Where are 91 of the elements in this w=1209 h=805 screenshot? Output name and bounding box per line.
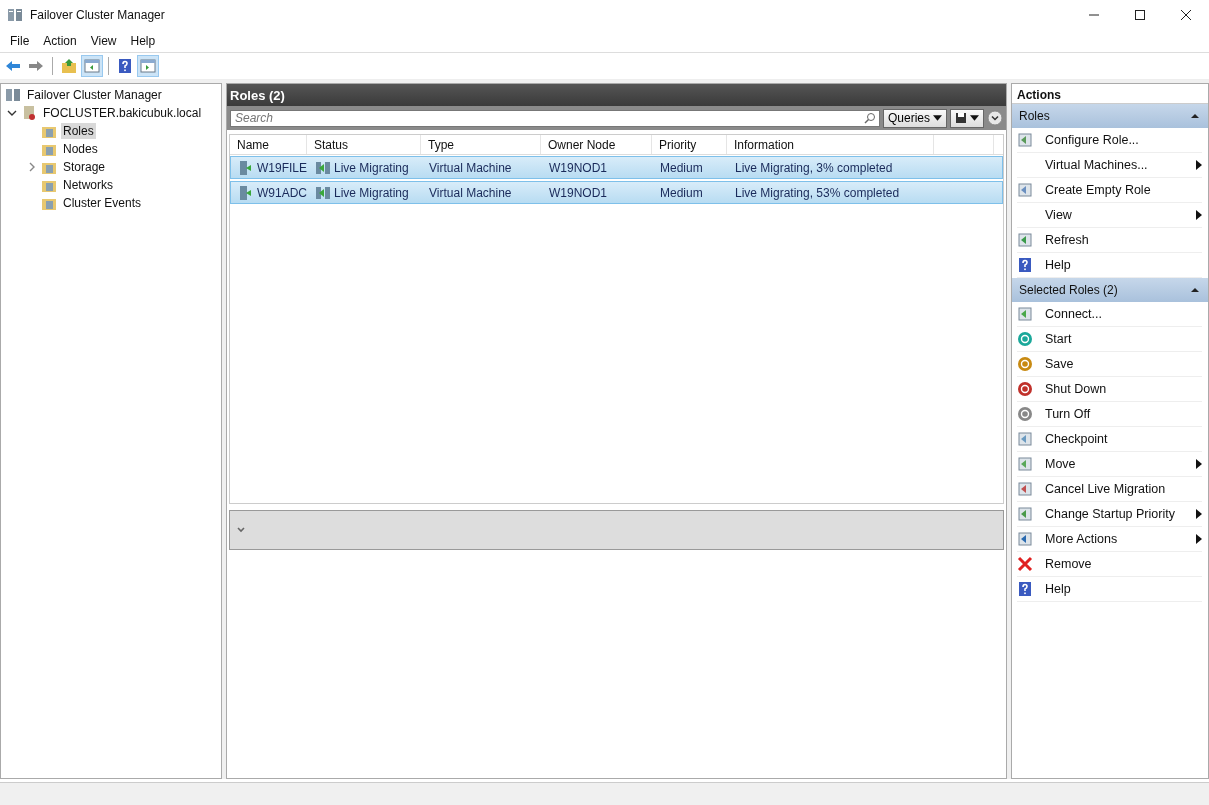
table-cell: Live Migrating xyxy=(334,185,409,200)
command-icon xyxy=(1017,232,1033,248)
menu-item[interactable]: View xyxy=(83,34,124,48)
column-header[interactable]: Information xyxy=(727,135,934,154)
pane-command[interactable]: Change Startup Priority xyxy=(1017,502,1202,527)
command-icon xyxy=(1017,132,1033,148)
command-icon xyxy=(1017,531,1033,547)
pane-command[interactable]: Help xyxy=(1017,577,1202,602)
section-title: Selected Roles (2) xyxy=(1019,283,1118,297)
menu-item[interactable]: Help xyxy=(123,34,163,48)
pane-command[interactable]: Create Empty Role xyxy=(1017,178,1202,203)
table-cell-text: Medium xyxy=(659,160,704,175)
tree-item[interactable]: FOCLUSTER.bakicubuk.local xyxy=(41,105,204,121)
pane-command[interactable]: Checkpoint xyxy=(1017,427,1202,452)
table-row[interactable]: W19FILE Live Migrating Virtual Machine W19NOD1 Medium Live Migrating, 3% completed xyxy=(230,156,1003,179)
pane-command[interactable]: View xyxy=(1017,203,1202,228)
power-icon xyxy=(1017,356,1033,372)
pane-toggle-icon[interactable] xyxy=(82,56,102,76)
table-cell-text: Medium xyxy=(659,185,704,200)
tree-item[interactable]: Failover Cluster Manager xyxy=(25,87,164,103)
table-cell-text: Live Migrating, 53% completed xyxy=(734,185,901,200)
column-header[interactable]: Name xyxy=(230,135,307,154)
collapse-arrow-icon[interactable] xyxy=(1190,111,1200,121)
pane-command[interactable]: Virtual Machines... xyxy=(1017,153,1202,178)
menu-item[interactable]: File xyxy=(3,34,37,48)
x-mark-icon xyxy=(1017,556,1033,572)
expanded-chevron-icon[interactable] xyxy=(7,108,17,118)
dropdown-arrow-icon xyxy=(970,115,979,121)
power-icon xyxy=(1017,381,1033,397)
cluster-icon xyxy=(21,105,37,121)
pane-command[interactable]: Refresh xyxy=(1017,228,1202,253)
help-icon xyxy=(1017,581,1033,597)
queries-button[interactable]: Queries xyxy=(882,108,947,128)
table-cell: Live Migrating xyxy=(334,160,409,175)
vm-icon xyxy=(238,159,254,176)
window-title: Failover Cluster Manager xyxy=(30,8,165,22)
help-icon xyxy=(1017,257,1033,273)
column-header[interactable]: Type xyxy=(421,135,541,154)
expand-chevron-icon[interactable] xyxy=(236,525,246,535)
command-icon xyxy=(1017,182,1033,198)
folder-up-icon[interactable] xyxy=(59,56,79,76)
cluster-app-icon xyxy=(7,7,23,23)
tree-item[interactable]: Networks xyxy=(61,177,115,193)
table-cell-text: Virtual Machine xyxy=(428,160,513,175)
migrating-icon xyxy=(315,159,331,176)
pane-command[interactable]: Configure Role... xyxy=(1017,128,1202,153)
collapse-toggle-icon[interactable] xyxy=(987,110,1003,126)
search-icon xyxy=(863,111,876,124)
table-cell-text: Virtual Machine xyxy=(428,185,513,200)
power-icon xyxy=(1017,331,1033,347)
section-header[interactable]: Selected Roles (2) xyxy=(1012,278,1208,302)
column-header[interactable]: Owner Node xyxy=(541,135,652,154)
collapsed-chevron-icon[interactable] xyxy=(27,162,37,172)
pane-command[interactable]: More Actions xyxy=(1017,527,1202,552)
column-header[interactable]: Status xyxy=(307,135,421,154)
column-header[interactable]: Priority xyxy=(652,135,727,154)
table-cell: W19FILE xyxy=(257,160,307,175)
migrating-icon xyxy=(315,184,331,201)
command-icon xyxy=(1017,431,1033,447)
pane-command[interactable]: Connect... xyxy=(1017,302,1202,327)
dropdown-arrow-icon xyxy=(933,115,942,121)
pane-command[interactable]: Move xyxy=(1017,452,1202,477)
command-icon xyxy=(1017,506,1033,522)
section-header[interactable]: Roles xyxy=(1012,104,1208,128)
pane-command[interactable]: Remove xyxy=(1017,552,1202,577)
pane-command[interactable]: Start xyxy=(1017,327,1202,352)
pane-command[interactable]: Cancel Live Migration xyxy=(1017,477,1202,502)
tree-item[interactable]: Cluster Events xyxy=(61,195,144,211)
pane-command[interactable]: Save xyxy=(1017,352,1202,377)
command-icon xyxy=(1017,456,1033,472)
table-cell-text: W19NOD1 xyxy=(548,185,608,200)
vm-icon xyxy=(238,184,254,201)
section-title: Roles xyxy=(1019,109,1050,123)
menu-item[interactable]: Action xyxy=(36,34,84,48)
table-cell: W91ADC xyxy=(257,185,307,200)
pane-command[interactable]: Shut Down xyxy=(1017,377,1202,402)
cluster-manager-icon xyxy=(5,87,21,103)
tree-item[interactable]: Roles xyxy=(61,123,96,139)
command-icon xyxy=(1017,481,1033,497)
pane-title: Roles (2) xyxy=(230,87,285,103)
save-query-button[interactable] xyxy=(950,108,984,128)
power-icon xyxy=(1017,406,1033,422)
table-cell-text: W19NOD1 xyxy=(548,160,608,175)
table-row[interactable]: W91ADC Live Migrating Virtual Machine W19NOD1 Medium Live Migrating, 53% completed xyxy=(230,181,1003,204)
pane-command[interactable]: Turn Off xyxy=(1017,402,1202,427)
collapse-arrow-icon[interactable] xyxy=(1190,285,1200,295)
table-cell-text: Live Migrating, 3% completed xyxy=(734,160,894,175)
tree-item[interactable]: Nodes xyxy=(61,141,100,157)
command-icon xyxy=(1017,306,1033,322)
tree-item[interactable]: Storage xyxy=(61,159,108,175)
search-field[interactable]: Search xyxy=(230,109,880,127)
